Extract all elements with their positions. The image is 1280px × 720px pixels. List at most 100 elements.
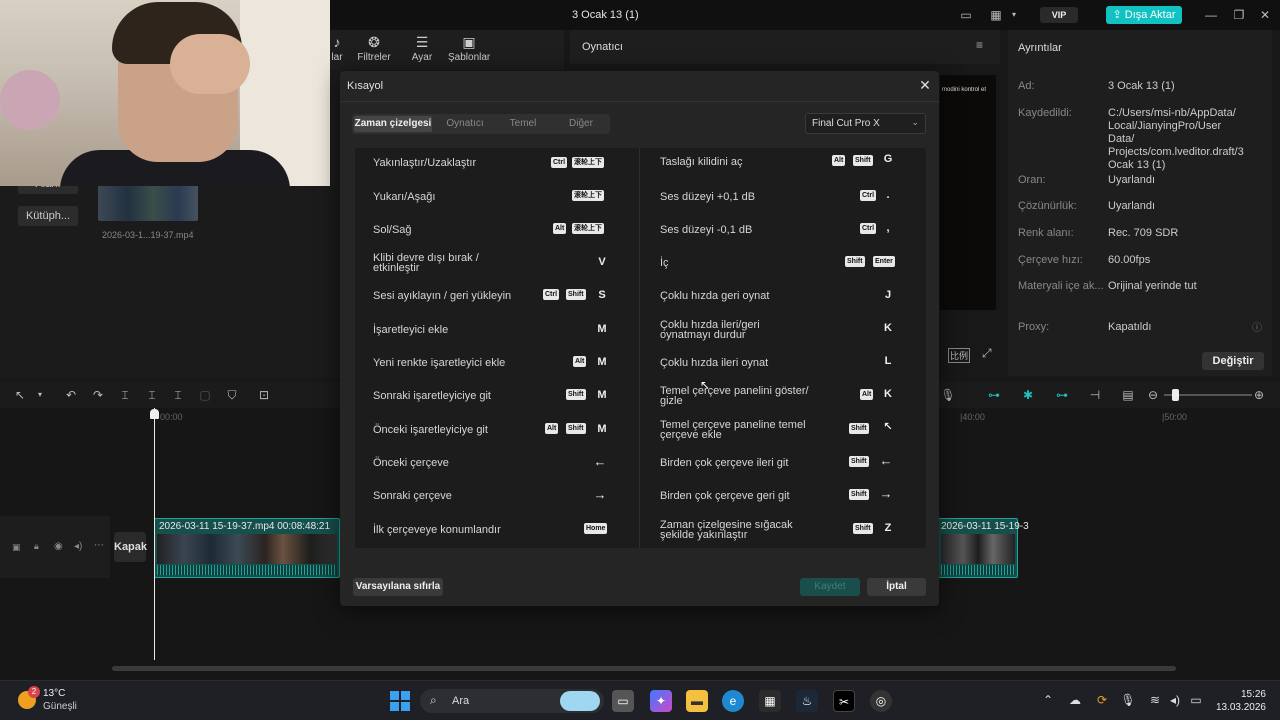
snapshot-icon[interactable]: ▤ bbox=[1120, 387, 1136, 403]
search-box[interactable]: ⌕ Ara bbox=[420, 689, 604, 713]
sidebar-item-library[interactable]: Kütüph... bbox=[18, 206, 78, 226]
microphone-icon[interactable]: 🎙 bbox=[1120, 693, 1136, 707]
zoom-in-icon[interactable]: ⊕ bbox=[1251, 387, 1267, 403]
capcut-icon[interactable]: ✂ bbox=[833, 690, 855, 712]
zoom-slider-handle[interactable] bbox=[1172, 389, 1179, 401]
magnet-icon[interactable]: ✱ bbox=[1020, 387, 1036, 403]
tab-timeline[interactable]: Zaman çizelgesi bbox=[354, 116, 432, 132]
chevron-down-icon: ⌄ bbox=[911, 117, 919, 127]
file-explorer-icon[interactable]: ▬ bbox=[686, 690, 708, 712]
eye-icon[interactable]: ◉ bbox=[54, 541, 63, 552]
crop-icon[interactable]: ⊡ bbox=[256, 387, 272, 403]
undo-icon[interactable]: ↶ bbox=[63, 387, 79, 403]
menu-icon[interactable]: ≡ bbox=[976, 38, 983, 52]
toolbar-item-adjust[interactable]: ☰ Ayar bbox=[408, 34, 436, 63]
reset-default-button[interactable]: Varsayılana sıfırla bbox=[353, 578, 443, 596]
close-icon[interactable]: ✕ bbox=[1258, 8, 1272, 22]
fullscreen-icon[interactable]: ⤢ bbox=[982, 346, 992, 361]
kbd-shift: Shift bbox=[849, 456, 869, 467]
key-k: K bbox=[884, 388, 892, 400]
minimize-icon[interactable]: — bbox=[1204, 8, 1218, 22]
preset-select[interactable]: Final Cut Pro X ⌄ bbox=[805, 113, 926, 134]
obs-icon[interactable]: ◎ bbox=[870, 690, 892, 712]
dialog-title: Kısayol bbox=[347, 80, 384, 92]
track-icon[interactable]: ▣ bbox=[12, 542, 21, 553]
tab-basic[interactable]: Temel bbox=[498, 116, 548, 132]
video-clip[interactable]: 2026-03-11 15-19-3 bbox=[938, 518, 1029, 578]
playhead[interactable] bbox=[154, 408, 155, 660]
vip-badge[interactable]: VIP bbox=[1040, 7, 1078, 23]
chevron-down-icon[interactable]: ▾ bbox=[32, 387, 48, 403]
shield-icon[interactable]: ⛉ bbox=[224, 387, 240, 403]
battery-icon[interactable]: ▭ bbox=[1188, 693, 1204, 707]
cancel-button[interactable]: İptal bbox=[867, 578, 926, 596]
split-icon[interactable]: ⌶ bbox=[117, 387, 133, 403]
timeline-scrollbar[interactable] bbox=[112, 666, 1176, 671]
split-left-icon[interactable]: ⌶ bbox=[144, 387, 160, 403]
arrow-left-icon: ← bbox=[593, 454, 607, 469]
link-main-track-icon[interactable]: ⊶ bbox=[986, 387, 1002, 403]
more-icon[interactable]: ⋯ bbox=[94, 540, 104, 551]
tab-other[interactable]: Diğer bbox=[554, 116, 608, 132]
copilot-icon[interactable]: ✦ bbox=[650, 690, 672, 712]
microphone-icon[interactable]: 🎙 bbox=[940, 387, 956, 403]
update-icon[interactable]: ⟳ bbox=[1094, 693, 1110, 707]
kbd-alt: Alt bbox=[553, 223, 567, 234]
windows-start-icon[interactable] bbox=[390, 691, 410, 711]
chevron-down-icon[interactable]: ▾ bbox=[1006, 8, 1022, 22]
microsoft-store-icon[interactable]: ▦ bbox=[759, 690, 781, 712]
restore-icon[interactable]: ❐ bbox=[1232, 8, 1246, 22]
linkage-icon[interactable]: ⊶ bbox=[1054, 387, 1070, 403]
kbd-ctrl: Ctrl bbox=[860, 190, 877, 201]
change-button[interactable]: Değiştir bbox=[1202, 352, 1264, 370]
cover-button[interactable]: Kapak bbox=[114, 532, 147, 562]
shortcut-label: Yakınlaştır/Uzaklaştır bbox=[373, 157, 477, 169]
key-s: S bbox=[598, 289, 606, 301]
close-icon[interactable]: ✕ bbox=[918, 78, 932, 92]
player-viewport[interactable]: modini kontrol et bbox=[940, 75, 996, 310]
shortcut-dialog: Kısayol ✕ Zaman çizelgesi Oynatıcı Temel… bbox=[340, 71, 939, 606]
info-icon[interactable]: ⓘ bbox=[1252, 319, 1262, 334]
kbd-ctrl: Ctrl bbox=[543, 289, 560, 300]
search-placeholder: Ara bbox=[452, 695, 470, 707]
volume-icon[interactable]: ◂) bbox=[74, 541, 82, 552]
shortcut-label: Önceki işaretleyiciye git bbox=[373, 424, 488, 436]
toolbar-item-templates[interactable]: ▣ Şablonlar bbox=[448, 34, 490, 63]
export-button[interactable]: ⇪ Dışa Aktar bbox=[1106, 6, 1182, 24]
detail-value: Uyarlandı bbox=[1108, 200, 1156, 212]
tab-player[interactable]: Oynatıcı bbox=[438, 116, 492, 132]
toolbar-item-audio[interactable]: ♪ lar bbox=[330, 34, 344, 63]
redo-icon[interactable]: ↷ bbox=[90, 387, 106, 403]
zoom-out-icon[interactable]: ⊖ bbox=[1145, 387, 1161, 403]
steam-icon[interactable]: ♨ bbox=[796, 690, 818, 712]
player-header: Oynatıcı ≡ bbox=[570, 30, 1000, 64]
detail-label: Materyali içe ak... bbox=[1018, 280, 1104, 292]
toolbar-item-filters[interactable]: ❂ Filtreler bbox=[356, 34, 392, 63]
ratio-icon[interactable]: 比例 bbox=[948, 348, 971, 363]
chevron-up-icon[interactable]: ⌃ bbox=[1040, 693, 1056, 707]
media-thumbnail[interactable] bbox=[98, 185, 198, 221]
edge-icon[interactable]: e bbox=[722, 690, 744, 712]
ruler-label: |40:00 bbox=[960, 412, 985, 422]
delete-icon[interactable]: ▢ bbox=[197, 387, 213, 403]
grid-layout-icon[interactable]: ▦ bbox=[988, 8, 1004, 22]
video-clip[interactable]: 2026-03-11 15-19-37.mp4 00:08:48:21 bbox=[154, 518, 340, 578]
select-cursor-icon[interactable]: ↖ bbox=[12, 387, 28, 403]
clock[interactable]: 15:26 13.03.2026 bbox=[1212, 688, 1266, 714]
save-button[interactable]: Kaydet bbox=[800, 578, 860, 596]
lock-icon[interactable]: 🔒︎ bbox=[34, 541, 39, 552]
playhead-handle[interactable] bbox=[150, 409, 159, 419]
search-icon: ⌕ bbox=[430, 693, 437, 707]
shortcut-label: Zaman çizelgesine sığacak şekilde yakınl… bbox=[660, 519, 793, 541]
cloud-icon[interactable]: ☁ bbox=[1067, 693, 1083, 707]
preview-axis-icon[interactable]: ⊣ bbox=[1087, 387, 1103, 403]
media-toolbar: ♪ lar ❂ Filtreler ☰ Ayar ▣ Şablonlar bbox=[330, 30, 564, 70]
detail-label: Ad: bbox=[1018, 80, 1035, 92]
wifi-icon[interactable]: ≋ bbox=[1147, 693, 1163, 707]
layout-icon[interactable]: ▭ bbox=[958, 8, 974, 22]
shortcut-label: Çoklu hızda ileri/geri oynatmayı durdur bbox=[660, 319, 760, 341]
shortcut-list[interactable]: Yakınlaştır/Uzaklaştır Ctrl 滚轮上下 Yukarı/… bbox=[355, 148, 926, 548]
volume-icon[interactable]: ◂) bbox=[1167, 693, 1183, 707]
task-view-icon[interactable]: ▭ bbox=[612, 690, 634, 712]
split-right-icon[interactable]: ⌶ bbox=[170, 387, 186, 403]
